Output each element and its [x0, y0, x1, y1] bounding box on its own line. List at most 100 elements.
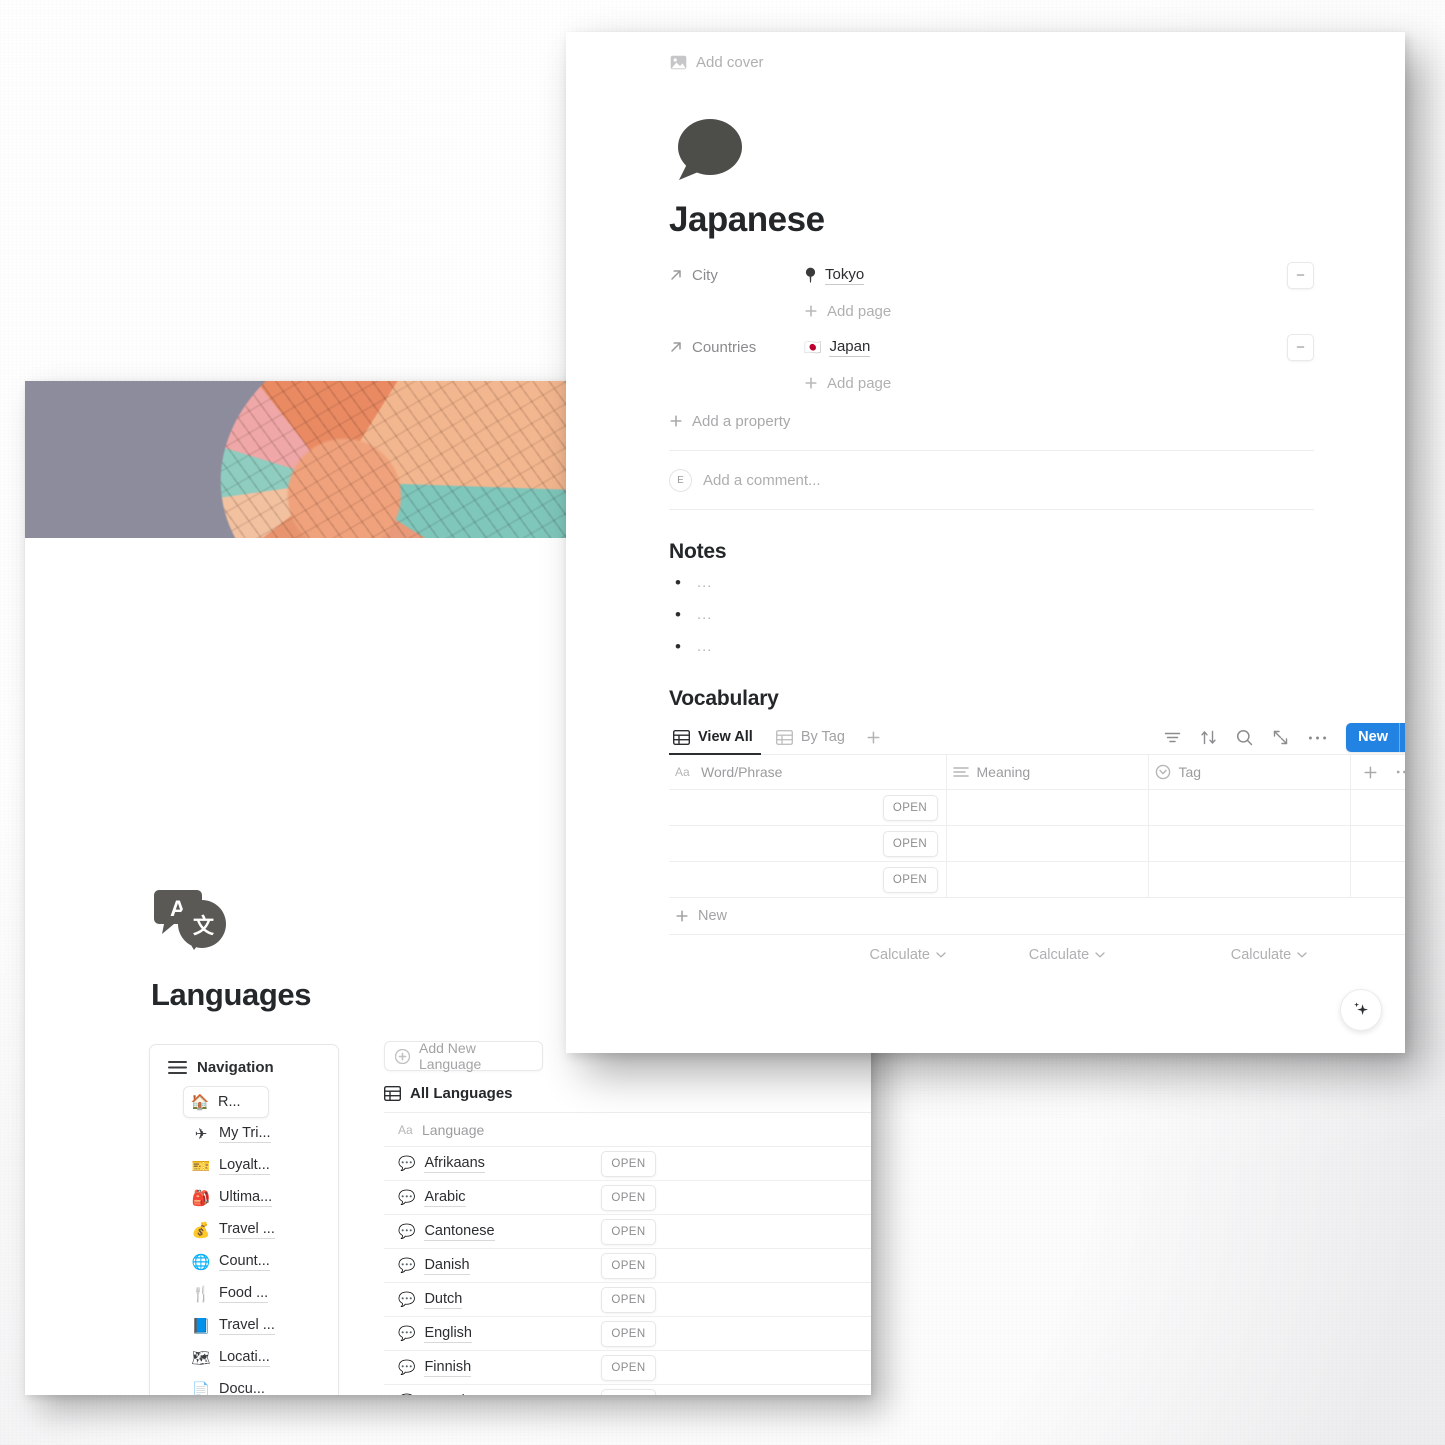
table-row[interactable]: OPEN	[669, 861, 1405, 898]
table-row[interactable]: 💬 Dutch OPEN	[384, 1282, 871, 1317]
languages-database[interactable]: Add New Language All Languages Aa Langua…	[384, 1040, 871, 1396]
language-name[interactable]: Dutch	[424, 1291, 463, 1309]
cell-tag[interactable]	[1148, 861, 1351, 898]
language-cell[interactable]: 💬 Danish	[384, 1248, 596, 1283]
table-row[interactable]: 💬 Danish OPEN	[384, 1248, 871, 1283]
add-view-button[interactable]	[866, 730, 881, 748]
language-cell[interactable]: 💬 English	[384, 1316, 596, 1351]
open-cell[interactable]: OPEN	[596, 1146, 662, 1181]
remove-relation-button[interactable]: −	[1287, 333, 1314, 361]
more-horizontal-icon[interactable]	[1308, 735, 1327, 741]
open-button[interactable]: OPEN	[601, 1286, 656, 1313]
add-new-language-button[interactable]: Add New Language	[384, 1040, 543, 1072]
add-column-button[interactable]	[1363, 765, 1378, 780]
open-cell[interactable]: OPEN	[596, 1384, 662, 1395]
cell-word-phrase[interactable]: OPEN	[669, 789, 947, 826]
ai-assistant-button[interactable]	[1340, 989, 1382, 1031]
column-word-phrase[interactable]: Aa Word/Phrase	[669, 755, 947, 790]
add-cover-button[interactable]: Add cover	[670, 54, 764, 71]
sidebar-item-my-trips[interactable]: ✈ My Tri...	[191, 1118, 338, 1150]
country-cell[interactable]	[662, 1214, 871, 1249]
language-cell[interactable]: 💬 Dutch	[384, 1282, 596, 1317]
open-cell[interactable]: OPEN	[596, 1350, 662, 1385]
property-row-countries[interactable]: Countries 🇯🇵 Japan −	[669, 328, 1314, 366]
open-cell[interactable]: OPEN	[596, 1214, 662, 1249]
language-name[interactable]: Danish	[424, 1257, 470, 1275]
table-row[interactable]: 💬 Cantonese OPEN	[384, 1214, 871, 1249]
table-row[interactable]: 💬 English OPEN	[384, 1316, 871, 1351]
column-meaning[interactable]: Meaning	[946, 755, 1149, 790]
open-cell[interactable]: OPEN	[596, 1316, 662, 1351]
sidebar-item-home[interactable]: 🏠 R...	[183, 1086, 269, 1118]
open-button[interactable]: OPEN	[601, 1320, 656, 1347]
calculate-word[interactable]: Calculate	[669, 947, 966, 963]
table-row[interactable]: 💬 French OPEN	[384, 1384, 871, 1396]
property-value-link[interactable]: Tokyo	[825, 266, 865, 285]
property-value-countries[interactable]: 🇯🇵 Japan	[804, 338, 871, 357]
calculate-meaning[interactable]: Calculate	[966, 947, 1168, 963]
sidebar-item-loyalty[interactable]: 🎫 Loyalt...	[191, 1150, 338, 1182]
expand-icon[interactable]	[1272, 729, 1289, 746]
navigation-card[interactable]: Navigation 🏠 R... ✈ My Tri... 🎫 Loyalt..…	[149, 1044, 339, 1395]
cell-meaning[interactable]	[946, 825, 1149, 862]
language-cell[interactable]: 💬 Arabic	[384, 1180, 596, 1215]
open-button[interactable]: OPEN	[882, 794, 938, 821]
property-name-countries[interactable]: Countries	[669, 339, 804, 356]
chevron-down-icon[interactable]	[1400, 723, 1405, 752]
country-cell[interactable]	[662, 1350, 871, 1385]
table-row[interactable]: OPEN	[669, 789, 1405, 826]
country-cell[interactable]	[662, 1146, 871, 1181]
remove-relation-button[interactable]: −	[1287, 261, 1314, 289]
cell-meaning[interactable]	[946, 861, 1149, 898]
sidebar-item-documents[interactable]: 📄 Docu...	[191, 1374, 338, 1395]
table-row[interactable]: 💬 Afrikaans OPEN	[384, 1146, 871, 1181]
new-row-button[interactable]: New	[669, 898, 1405, 935]
translate-speech-bubbles-icon[interactable]: A 文	[154, 886, 228, 952]
calculate-tag[interactable]: Calculate	[1168, 947, 1370, 963]
filter-icon[interactable]	[1164, 730, 1181, 745]
add-page-button-countries[interactable]: Add page	[669, 366, 1314, 400]
search-icon[interactable]	[1236, 729, 1253, 746]
table-row[interactable]: 💬 Arabic OPEN	[384, 1180, 871, 1215]
tab-view-all[interactable]: View All	[669, 723, 762, 754]
language-name[interactable]: Cantonese	[424, 1223, 495, 1241]
property-name-city[interactable]: City	[669, 267, 804, 284]
open-cell[interactable]: OPEN	[596, 1180, 662, 1215]
list-item[interactable]: • ...	[669, 605, 1314, 638]
open-button[interactable]: OPEN	[882, 866, 938, 893]
more-horizontal-icon[interactable]	[1396, 769, 1405, 775]
list-item[interactable]: • ...	[669, 637, 1314, 670]
country-cell[interactable]	[662, 1316, 871, 1351]
open-cell[interactable]: OPEN	[596, 1248, 662, 1283]
language-name[interactable]: French	[424, 1393, 469, 1396]
tab-by-tag[interactable]: By Tag	[772, 723, 854, 754]
open-cell[interactable]: OPEN	[596, 1282, 662, 1317]
hamburger-icon[interactable]	[168, 1061, 187, 1074]
sidebar-item-locations[interactable]: 🗺 Locati...	[191, 1342, 338, 1374]
open-button[interactable]: OPEN	[601, 1184, 656, 1211]
cell-meaning[interactable]	[946, 789, 1149, 826]
language-name[interactable]: English	[424, 1325, 472, 1343]
language-cell[interactable]: 💬 Finnish	[384, 1350, 596, 1385]
open-button[interactable]: OPEN	[601, 1150, 656, 1177]
open-button[interactable]: OPEN	[601, 1388, 656, 1395]
open-button[interactable]: OPEN	[601, 1218, 656, 1245]
table-row[interactable]: OPEN	[669, 825, 1405, 862]
add-page-button-city[interactable]: Add page	[669, 294, 1314, 328]
country-cell[interactable]	[662, 1248, 871, 1283]
add-comment-row[interactable]: E Add a comment...	[669, 451, 1314, 509]
language-cell[interactable]: 💬 French	[384, 1384, 596, 1396]
cell-word-phrase[interactable]: OPEN	[669, 825, 947, 862]
sidebar-item-ultimate[interactable]: 🎒 Ultima...	[191, 1182, 338, 1214]
language-cell[interactable]: 💬 Afrikaans	[384, 1146, 596, 1181]
speech-bubble-icon[interactable]	[669, 114, 747, 192]
comment-placeholder[interactable]: Add a comment...	[703, 472, 821, 489]
country-cell[interactable]	[662, 1282, 871, 1317]
sort-icon[interactable]	[1200, 729, 1217, 746]
language-name[interactable]: Finnish	[424, 1359, 472, 1377]
japanese-page-window[interactable]: Add cover Japanese City Tokyo − Add page…	[566, 32, 1405, 1053]
column-tag[interactable]: Tag	[1148, 755, 1351, 790]
property-row-city[interactable]: City Tokyo −	[669, 256, 1314, 294]
open-button[interactable]: OPEN	[601, 1252, 656, 1279]
language-name[interactable]: Afrikaans	[424, 1155, 485, 1173]
